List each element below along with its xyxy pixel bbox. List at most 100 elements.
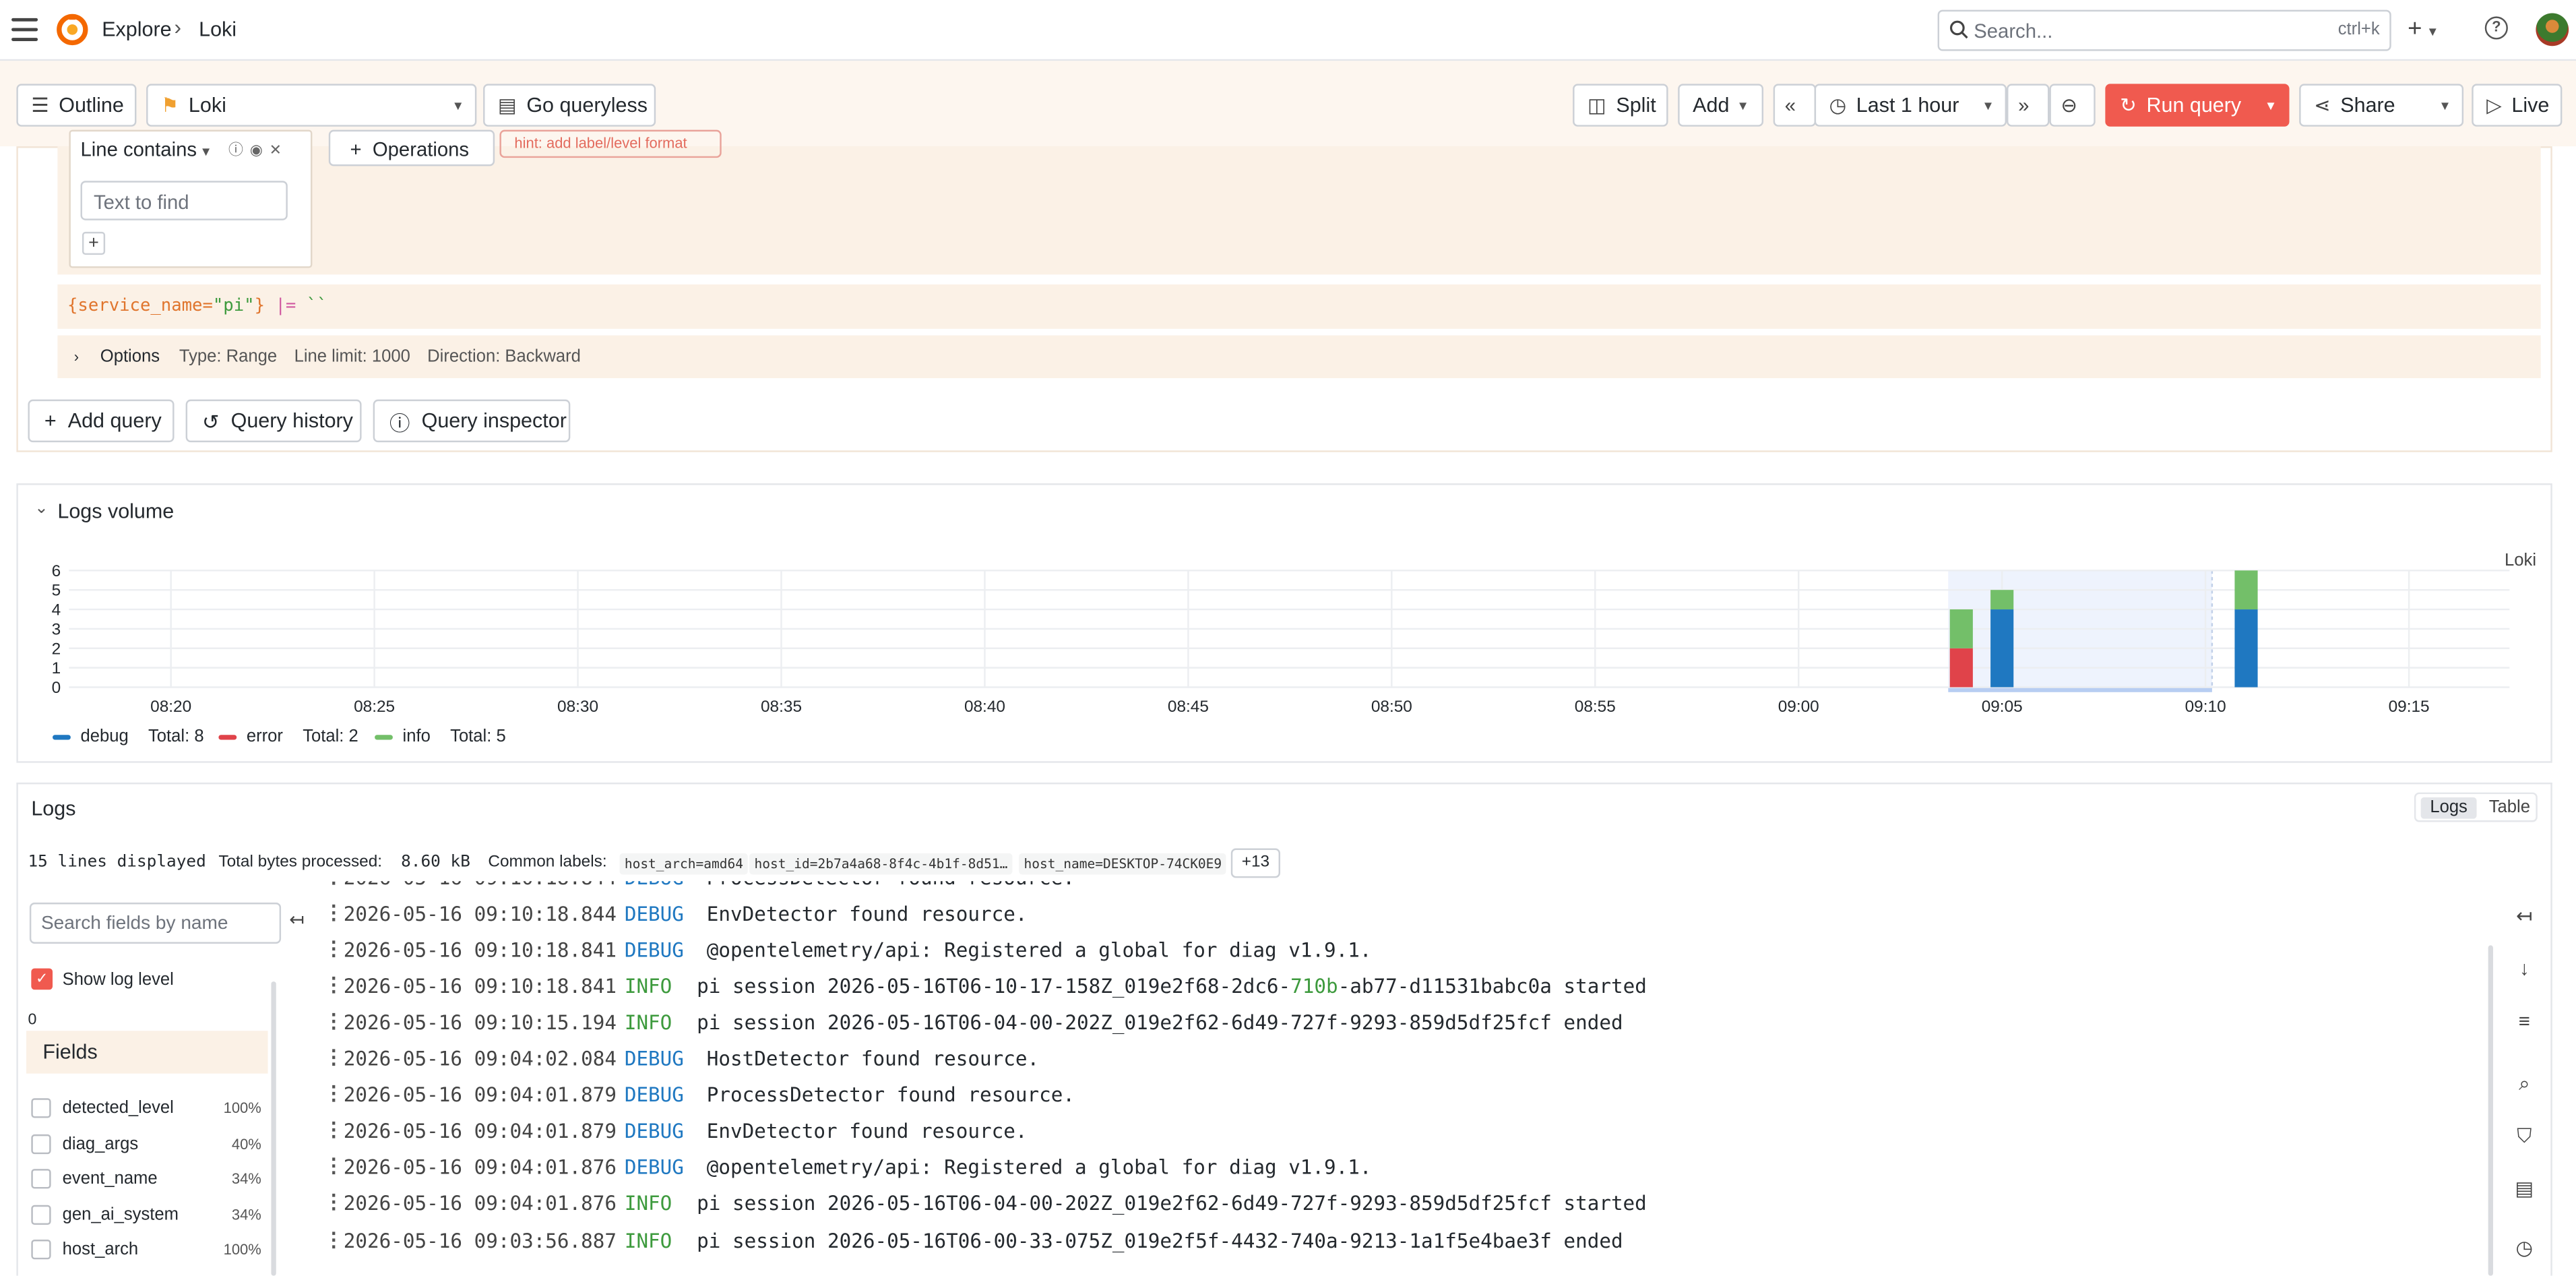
- x-tick-label: 08:35: [761, 698, 802, 716]
- filter-icon[interactable]: ⛉: [2513, 1124, 2536, 1149]
- search-input[interactable]: Search... ctrl+k: [1937, 9, 2391, 51]
- legend-item-info[interactable]: info Total: 5: [375, 727, 506, 746]
- log-row[interactable]: ⋮ 2026-05-16 09:04:01.879 DEBUG EnvDetector…: [312, 1114, 2481, 1150]
- chevron-down-icon[interactable]: ▾: [2267, 96, 2275, 115]
- logs-volume-title[interactable]: Logs volume: [57, 499, 174, 522]
- chevron-down-icon: ▾: [1739, 96, 1747, 113]
- search-placeholder: Search...: [1974, 20, 2053, 43]
- row-menu-icon[interactable]: ⋮: [323, 1227, 343, 1250]
- collapse-sidebar-icon[interactable]: ↤: [289, 909, 304, 930]
- outline-button[interactable]: ☰ Outline: [16, 84, 137, 127]
- log-row[interactable]: ⋮ 2026-05-16 09:10:18.844 DEBUG EnvDetector…: [312, 896, 2481, 932]
- options-limit: Line limit: 1000: [294, 346, 410, 367]
- datasource-picker[interactable]: ⚑ Loki ▾: [146, 84, 477, 127]
- fields-scrollbar[interactable]: [271, 981, 276, 1276]
- row-menu-icon[interactable]: ⋮: [323, 1083, 343, 1105]
- row-menu-icon[interactable]: ⋮: [323, 1046, 343, 1069]
- plus-icon: +: [44, 409, 57, 433]
- shift-back-button[interactable]: «: [1773, 84, 1817, 127]
- log-row[interactable]: ⋮ 2026-05-16 09:10:15.194 INFO pi session 2…: [312, 1005, 2481, 1041]
- log-level: DEBUG: [624, 1156, 684, 1180]
- timestamp-icon[interactable]: ◷: [2513, 1236, 2536, 1259]
- field-item[interactable]: host_arch 100%: [31, 1239, 261, 1262]
- menu-icon[interactable]: [11, 18, 38, 41]
- log-row[interactable]: ⋮2026-05-16 09:10:18.844 DEBUG ProcessDete…: [312, 881, 2481, 896]
- log-level: INFO: [624, 975, 672, 998]
- expand-sidebar-icon[interactable]: ↤: [2513, 904, 2536, 927]
- add-button[interactable]: Add ▾: [1678, 84, 1764, 127]
- field-checkbox[interactable]: [31, 1098, 51, 1118]
- search-logs-icon[interactable]: ⌕: [2513, 1072, 2536, 1097]
- grafana-logo[interactable]: [56, 13, 89, 47]
- share-button[interactable]: ⋖ Share ▾: [2299, 84, 2464, 127]
- chevron-down-icon[interactable]: ⌄: [34, 499, 48, 518]
- logs-scrollbar[interactable]: [2488, 945, 2493, 1276]
- row-menu-icon[interactable]: ⋮: [323, 1118, 343, 1141]
- chevron-down-icon[interactable]: ▾: [2441, 96, 2449, 115]
- logs-volume-chart[interactable]: 0 12 345 6 08:20 08:25 08:30 08:35 08:40 08:45 08:…: [0, 543, 2576, 723]
- logs-view-button[interactable]: Logs: [2420, 797, 2477, 819]
- zero-count: 0: [28, 1010, 37, 1029]
- field-checkbox[interactable]: [31, 1133, 51, 1154]
- text-to-find-input[interactable]: Text to find: [80, 181, 288, 220]
- query-inspector-button[interactable]: ⓘ Query inspector: [373, 399, 571, 443]
- row-menu-icon[interactable]: ⋮: [323, 1155, 343, 1178]
- row-menu-icon[interactable]: ⋮: [323, 881, 343, 888]
- log-row[interactable]: ⋮ 2026-05-16 09:10:18.841 DEBUG @openteleme…: [312, 932, 2481, 969]
- operation-icons[interactable]: ⓘ◉✕: [228, 138, 288, 160]
- bar-info: [1949, 609, 1973, 648]
- log-row[interactable]: ⋮ 2026-05-16 09:04:01.876 DEBUG @openteleme…: [312, 1150, 2481, 1186]
- show-log-level-checkbox[interactable]: ✓: [31, 968, 53, 990]
- options-direction: Direction: Backward: [427, 346, 581, 367]
- query-history-button[interactable]: ↺ Query history: [185, 399, 362, 443]
- row-menu-icon[interactable]: ⋮: [323, 901, 343, 924]
- line-contains-title[interactable]: Line contains ▾: [81, 138, 210, 161]
- live-button[interactable]: ▷ Live: [2472, 84, 2563, 127]
- row-menu-icon[interactable]: ⋮: [323, 1010, 343, 1033]
- chevron-down-icon: ▾: [454, 96, 462, 113]
- more-labels-button[interactable]: +13: [1230, 848, 1280, 878]
- log-format-icon[interactable]: ▤: [2513, 1177, 2536, 1200]
- breadcrumb-explore[interactable]: Explore: [102, 18, 171, 41]
- add-query-button[interactable]: + Add query: [28, 399, 175, 443]
- log-row[interactable]: ⋮ 2026-05-16 09:04:01.876 INFO pi session 2…: [312, 1186, 2481, 1223]
- field-item[interactable]: diag_args 40%: [31, 1132, 261, 1155]
- go-queryless-button[interactable]: ▤ Go queryless: [483, 84, 656, 127]
- log-row[interactable]: ⋮ 2026-05-16 09:10:18.841 INFO pi session 2…: [312, 969, 2481, 1005]
- run-query-button[interactable]: ↻ Run query ▾: [2105, 84, 2290, 127]
- query-hint[interactable]: hint: add label/level format: [499, 129, 722, 158]
- q-open: {: [67, 296, 78, 316]
- field-item[interactable]: event_name 34%: [31, 1167, 261, 1190]
- shift-forward-button[interactable]: »: [2007, 84, 2050, 127]
- log-row[interactable]: ⋮ 2026-05-16 09:04:02.084 DEBUG HostDetecto…: [312, 1041, 2481, 1077]
- field-checkbox[interactable]: [31, 1169, 51, 1189]
- wrap-lines-icon[interactable]: ≡: [2513, 1010, 2536, 1033]
- legend-item-error[interactable]: error Total: 2: [218, 727, 358, 746]
- arrow-down-icon[interactable]: ↓: [2513, 956, 2536, 979]
- x-tick-label: 08:50: [1371, 698, 1412, 716]
- row-menu-icon[interactable]: ⋮: [323, 937, 343, 960]
- field-search-input[interactable]: Search fields by name: [29, 903, 282, 944]
- avatar[interactable]: [2536, 13, 2569, 47]
- query-options[interactable]: › Options Type: Range Line limit: 1000 D…: [57, 335, 2541, 378]
- row-menu-icon[interactable]: ⋮: [323, 973, 343, 996]
- log-message: EnvDetector found resource.: [707, 1120, 1028, 1143]
- split-button[interactable]: ◫ Split: [1573, 84, 1668, 127]
- field-item[interactable]: gen_ai_system 34%: [31, 1203, 261, 1226]
- field-item[interactable]: detected_level 100%: [31, 1097, 261, 1120]
- log-row[interactable]: ⋮ 2026-05-16 09:04:01.879 DEBUG ProcessDete…: [312, 1077, 2481, 1114]
- zoom-out-button[interactable]: ⊖: [2049, 84, 2096, 127]
- help-icon[interactable]: ?: [2484, 16, 2508, 40]
- table-view-button[interactable]: Table: [2485, 797, 2534, 819]
- x-tick-label: 08:55: [1575, 698, 1616, 716]
- field-checkbox[interactable]: [31, 1205, 51, 1225]
- x-tick-label: 08:40: [964, 698, 1005, 716]
- legend-item-debug[interactable]: debug Total: 8: [53, 727, 204, 746]
- field-checkbox[interactable]: [31, 1240, 51, 1260]
- row-menu-icon[interactable]: ⋮: [323, 1191, 343, 1214]
- time-range-picker[interactable]: ◷ Last 1 hour ▾: [1814, 84, 2007, 127]
- add-param-button[interactable]: +: [82, 231, 106, 255]
- operations-button[interactable]: + Operations: [328, 129, 495, 166]
- new-plus-icon[interactable]: + ▾: [2408, 15, 2437, 42]
- log-row[interactable]: ⋮ 2026-05-16 09:03:56.887 INFO pi session 2…: [312, 1222, 2481, 1258]
